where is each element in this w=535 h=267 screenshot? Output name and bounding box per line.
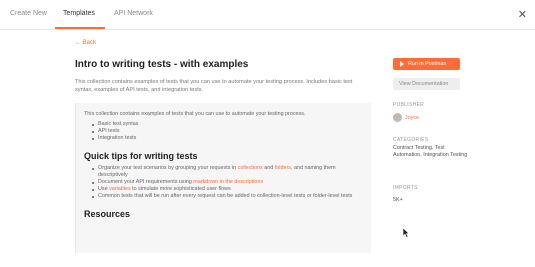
- close-icon[interactable]: ✕: [518, 8, 527, 21]
- back-label: Back: [82, 40, 97, 46]
- arrow-left-icon: ←: [75, 40, 83, 46]
- categories-list: Contract Testing, Test Automation, Integ…: [393, 145, 468, 158]
- list-item: Integration tests: [92, 135, 363, 142]
- markdown-link[interactable]: markdown in the descriptions: [193, 179, 263, 185]
- tab-templates[interactable]: Templates: [63, 10, 95, 17]
- tips-list: Organize your test scenarios by grouping…: [92, 165, 363, 200]
- resources-heading: Resources: [84, 209, 131, 219]
- list-item: Organize your test scenarios by grouping…: [92, 165, 363, 179]
- imports-count: 5K+: [393, 197, 403, 203]
- tab-bar: Create New Templates API Network ✕: [0, 0, 535, 30]
- play-icon: [400, 61, 404, 67]
- list-item: Common tests that will be run after ever…: [92, 193, 363, 200]
- categories-heading: CATEGORIES: [393, 137, 429, 143]
- tab-create-new[interactable]: Create New: [10, 10, 47, 17]
- publisher-link[interactable]: Joyce: [405, 115, 419, 121]
- quick-tips-heading: Quick tips for writing tests: [84, 151, 198, 161]
- template-description: This collection contains examples of tes…: [75, 79, 353, 93]
- page-title: Intro to writing tests - with examples: [75, 59, 249, 70]
- folders-link[interactable]: folders: [275, 165, 291, 171]
- list-item: Basic test syntax: [92, 121, 363, 128]
- docs-button-label: View Documentation: [399, 81, 449, 87]
- intro-text: This collection contains examples of tes…: [84, 111, 306, 117]
- list-item: API tests: [92, 128, 363, 135]
- intro-list: Basic test syntax API tests Integration …: [92, 121, 363, 142]
- publisher-heading: PUBLISHER: [393, 102, 425, 108]
- imports-heading: IMPORTS: [393, 185, 418, 191]
- avatar: [393, 113, 402, 122]
- run-in-postman-button[interactable]: Run in Postman: [393, 58, 460, 70]
- documentation-panel: This collection contains examples of tes…: [75, 103, 371, 253]
- run-button-label: Run in Postman: [408, 61, 447, 67]
- variables-link[interactable]: variables: [109, 186, 131, 192]
- mouse-cursor: [403, 228, 410, 238]
- collections-link[interactable]: collections: [238, 165, 263, 171]
- list-item: Document your API requirements using mar…: [92, 179, 363, 186]
- view-documentation-button[interactable]: View Documentation: [393, 78, 460, 90]
- back-link[interactable]: ← Back: [75, 40, 96, 46]
- tab-api-network[interactable]: API Network: [114, 10, 153, 17]
- list-item: Use variables to simulate more sophistic…: [92, 186, 363, 193]
- active-tab-indicator: [55, 27, 105, 29]
